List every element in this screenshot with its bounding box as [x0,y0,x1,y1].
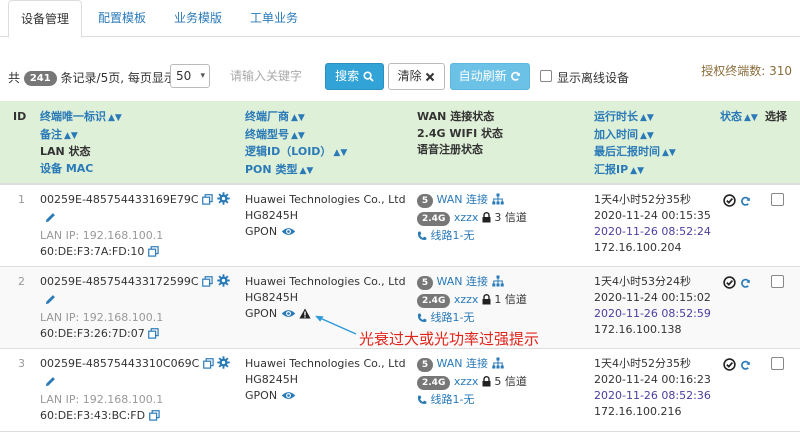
warning-annotation: 光衰过大或光功率过强提示 [359,330,540,348]
annotation-arrow [315,315,357,335]
